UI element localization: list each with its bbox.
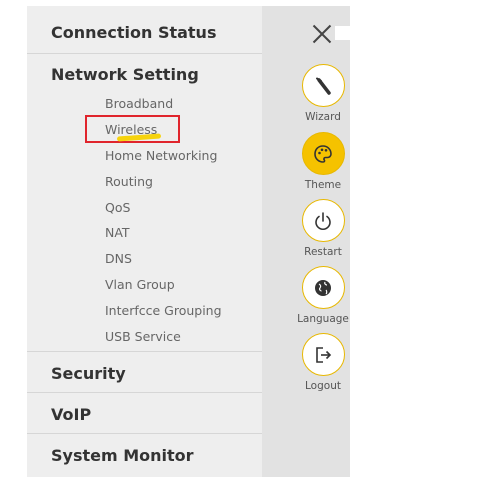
- power-icon: [315, 211, 331, 230]
- theme-button[interactable]: Theme: [283, 132, 363, 191]
- menu-section-system-monitor[interactable]: System Monitor: [27, 434, 262, 476]
- logout-circle: [301, 333, 345, 376]
- menu-section-security[interactable]: Security: [27, 352, 262, 393]
- close-icon[interactable]: [310, 22, 334, 46]
- wizard-button[interactable]: Wizard: [283, 64, 363, 123]
- section-label: Network Setting: [51, 65, 199, 84]
- restart-circle: [301, 199, 345, 242]
- menu-section-voip[interactable]: VoIP: [27, 393, 262, 434]
- submenu-item-home-networking[interactable]: Home Networking: [105, 148, 217, 163]
- wizard-circle: [301, 64, 345, 107]
- logout-button[interactable]: Logout: [283, 333, 363, 392]
- restart-label: Restart: [304, 246, 342, 258]
- language-label: Language: [297, 313, 349, 325]
- logout-icon: [316, 346, 332, 363]
- language-circle: [301, 266, 345, 309]
- theme-label: Theme: [304, 179, 342, 191]
- navigation-menu: Connection Status Network Setting Securi…: [27, 6, 262, 477]
- submenu-item-broadband[interactable]: Broadband: [105, 96, 173, 111]
- globe-icon: [315, 279, 331, 296]
- section-label: Connection Status: [51, 23, 217, 42]
- submenu-item-usb-service[interactable]: USB Service: [105, 329, 181, 344]
- theme-circle: [301, 132, 345, 175]
- menu-section-connection-status[interactable]: Connection Status: [27, 6, 262, 54]
- submenu-item-dns[interactable]: DNS: [105, 251, 132, 266]
- submenu-item-qos[interactable]: QoS: [105, 200, 130, 215]
- section-label: System Monitor: [51, 446, 194, 465]
- palette-icon: [314, 144, 332, 163]
- submenu-item-routing[interactable]: Routing: [105, 174, 153, 189]
- wizard-label: Wizard: [305, 111, 341, 123]
- submenu-item-vlan-group[interactable]: Vlan Group: [105, 277, 175, 292]
- language-button[interactable]: Language: [283, 266, 363, 325]
- close-button-background: [335, 26, 351, 40]
- restart-button[interactable]: Restart: [283, 199, 363, 258]
- logout-label: Logout: [305, 380, 341, 392]
- wand-icon: [316, 77, 331, 95]
- section-label: Security: [51, 364, 126, 383]
- submenu-item-nat[interactable]: NAT: [105, 225, 130, 240]
- section-label: VoIP: [51, 405, 92, 424]
- submenu-item-interface-grouping[interactable]: Interfcce Grouping: [105, 303, 222, 318]
